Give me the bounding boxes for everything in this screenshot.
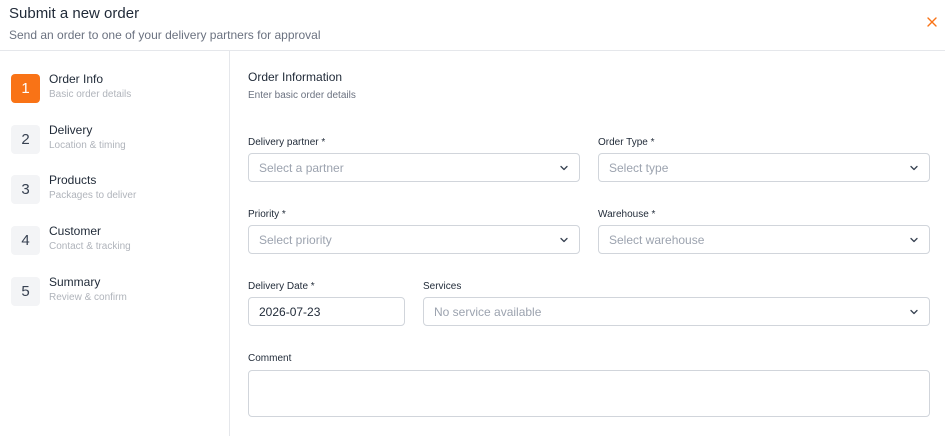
delivery-date-label: Delivery Date * bbox=[248, 281, 315, 292]
modal-subtitle: Send an order to one of your delivery pa… bbox=[9, 28, 321, 42]
chevron-down-icon bbox=[910, 237, 918, 243]
close-icon bbox=[927, 17, 937, 27]
step-delivery[interactable]: 2 Delivery Location & timing bbox=[11, 123, 221, 163]
step-label: Delivery bbox=[49, 123, 93, 137]
step-label: Products bbox=[49, 173, 97, 187]
section-title: Order Information bbox=[248, 70, 343, 84]
delivery-partner-select[interactable]: Select a partner bbox=[248, 153, 580, 182]
chevron-down-icon bbox=[560, 237, 568, 243]
form-panel: Order Information Enter basic order deta… bbox=[231, 51, 945, 436]
warehouse-placeholder: Select warehouse bbox=[609, 233, 705, 247]
step-label: Order Info bbox=[49, 72, 104, 86]
step-customer[interactable]: 4 Customer Contact & tracking bbox=[11, 224, 221, 264]
comment-label: Comment bbox=[248, 353, 292, 364]
step-summary[interactable]: 5 Summary Review & confirm bbox=[11, 275, 221, 315]
step-number: 1 bbox=[11, 74, 40, 103]
section-subtitle: Enter basic order details bbox=[248, 90, 356, 101]
warehouse-label: Warehouse * bbox=[598, 209, 656, 220]
priority-placeholder: Select priority bbox=[259, 233, 332, 247]
services-placeholder: No service available bbox=[434, 305, 542, 319]
step-number: 4 bbox=[11, 226, 40, 255]
order-type-label: Order Type * bbox=[598, 137, 655, 148]
priority-label: Priority * bbox=[248, 209, 286, 220]
comment-textarea[interactable] bbox=[248, 370, 930, 417]
priority-select[interactable]: Select priority bbox=[248, 225, 580, 254]
step-description: Location & timing bbox=[49, 140, 126, 151]
step-description: Packages to deliver bbox=[49, 190, 137, 201]
step-order-info[interactable]: 1 Order Info Basic order details bbox=[11, 72, 221, 112]
chevron-down-icon bbox=[560, 165, 568, 171]
services-label: Services bbox=[423, 281, 462, 292]
step-label: Summary bbox=[49, 275, 101, 289]
step-products[interactable]: 3 Products Packages to deliver bbox=[11, 173, 221, 213]
delivery-date-input[interactable] bbox=[248, 297, 405, 326]
services-select[interactable]: No service available bbox=[423, 297, 930, 326]
step-label: Customer bbox=[49, 224, 102, 238]
close-button[interactable] bbox=[925, 15, 939, 29]
delivery-partner-placeholder: Select a partner bbox=[259, 161, 344, 175]
step-description: Review & confirm bbox=[49, 292, 127, 303]
chevron-down-icon bbox=[910, 165, 918, 171]
step-description: Basic order details bbox=[49, 89, 132, 100]
step-description: Contact & tracking bbox=[49, 241, 131, 252]
step-number: 2 bbox=[11, 125, 40, 154]
warehouse-select[interactable]: Select warehouse bbox=[598, 225, 930, 254]
step-number: 3 bbox=[11, 175, 40, 204]
delivery-partner-label: Delivery partner * bbox=[248, 137, 326, 148]
step-number: 5 bbox=[11, 277, 40, 306]
order-type-select[interactable]: Select type bbox=[598, 153, 930, 182]
modal-header: Submit a new order Send an order to one … bbox=[0, 0, 945, 51]
chevron-down-icon bbox=[910, 309, 918, 315]
order-type-placeholder: Select type bbox=[609, 161, 669, 175]
modal-title: Submit a new order bbox=[9, 5, 140, 22]
steps-sidebar: 1 Order Info Basic order details 2 Deliv… bbox=[0, 51, 230, 436]
